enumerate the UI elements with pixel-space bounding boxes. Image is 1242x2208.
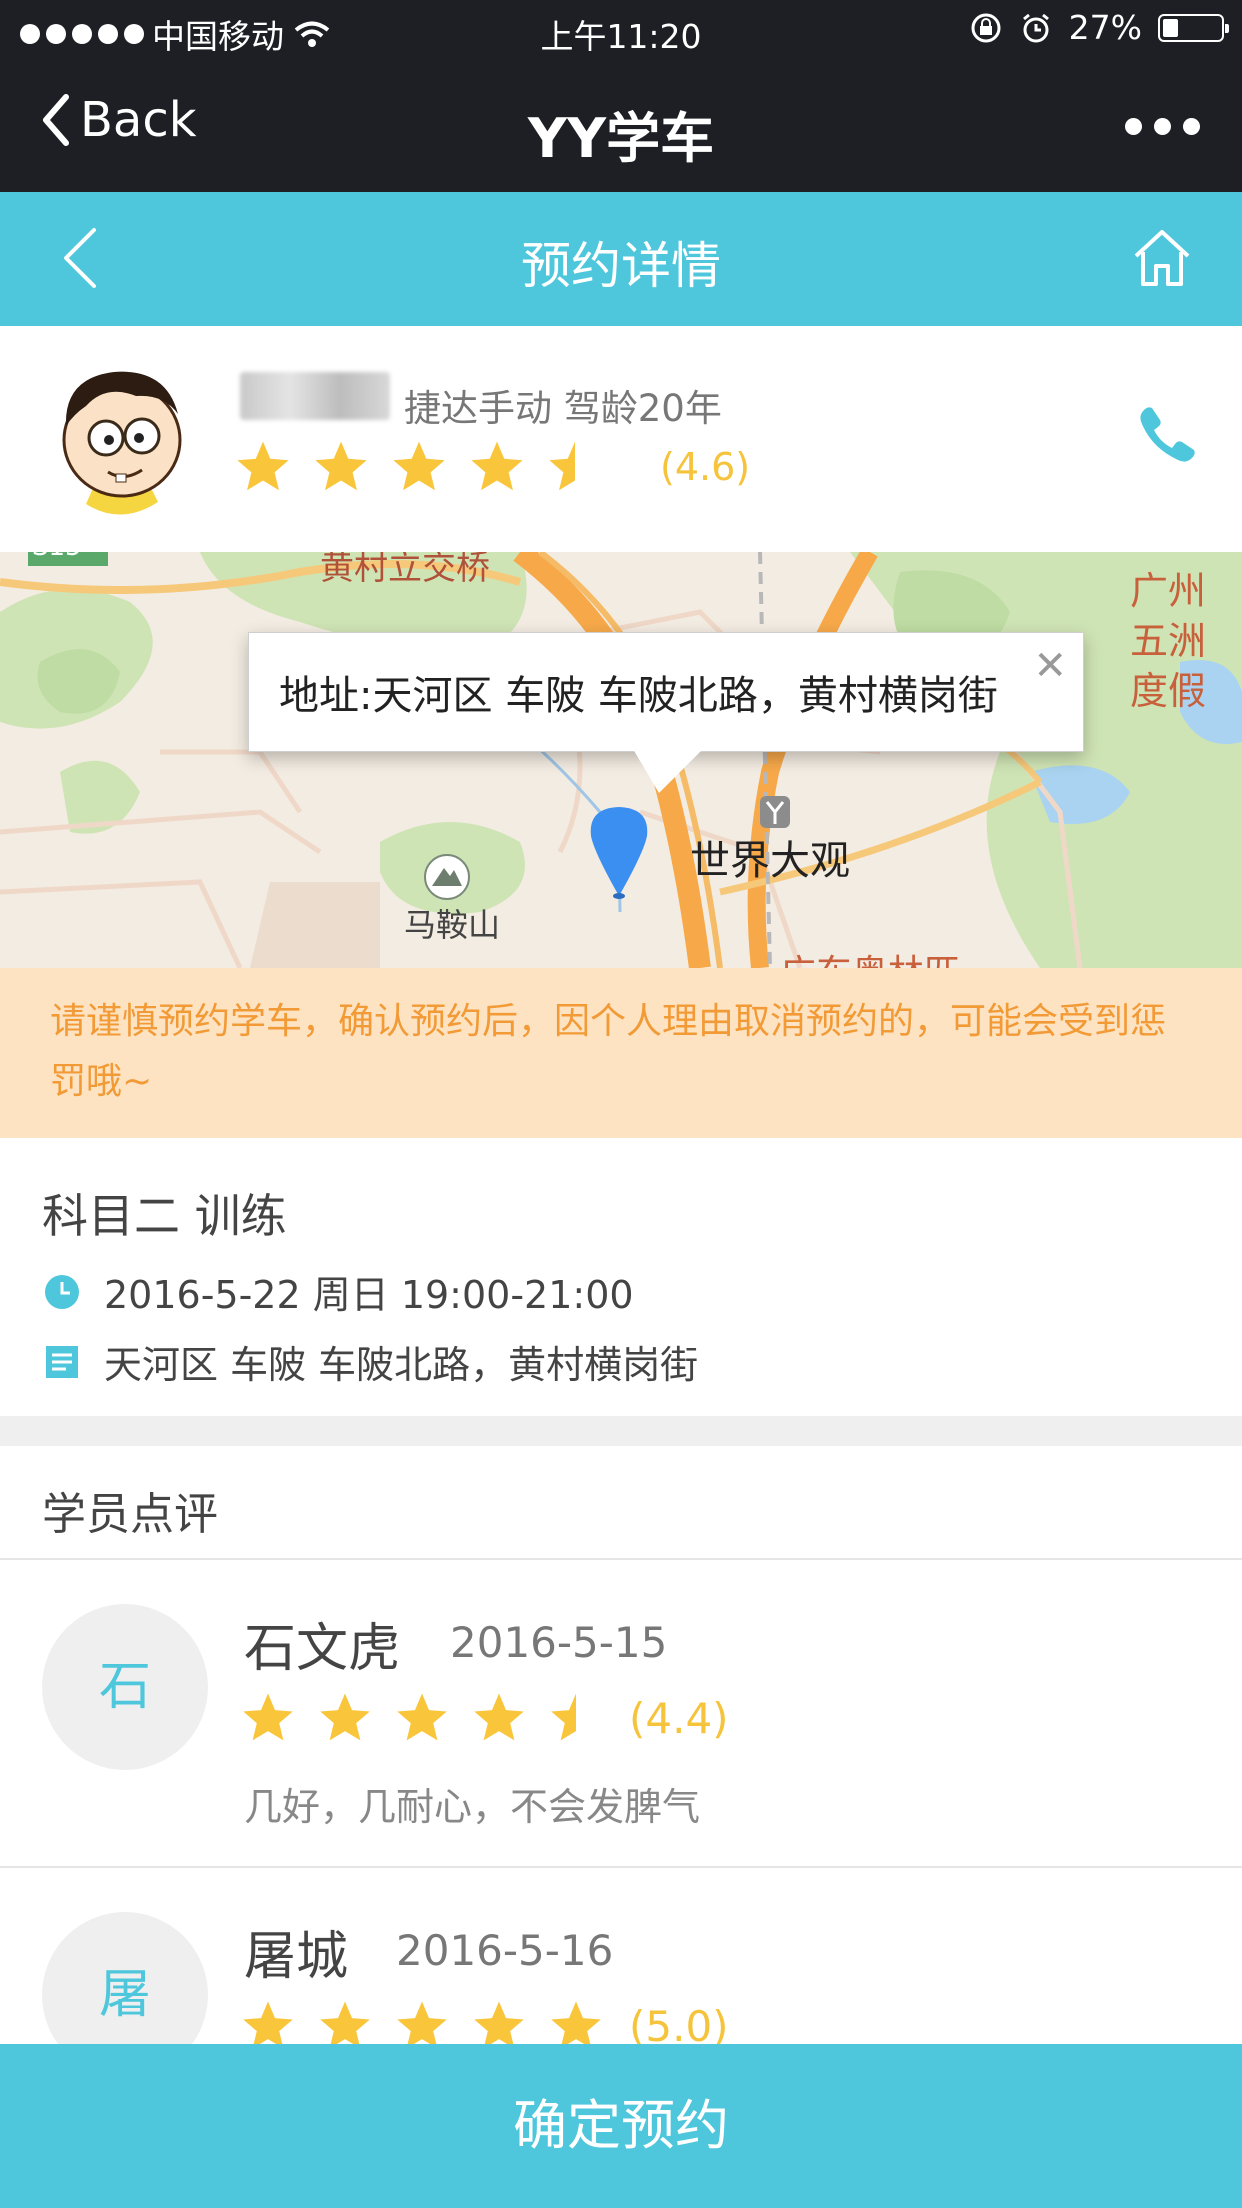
call-coach-button[interactable] <box>1138 404 1198 468</box>
coach-rating-score: (4.6) <box>660 445 751 489</box>
home-icon <box>1134 230 1190 286</box>
confirm-booking-button[interactable]: 确定预约 <box>0 2044 1242 2208</box>
reviews-header: 学员点评 <box>0 1446 1242 1560</box>
coach-name-blurred <box>240 372 390 420</box>
reviewer-name: 屠城 <box>244 1927 349 1987</box>
coach-avatar <box>62 371 182 515</box>
booking-subject: 科目二 训练 <box>42 1189 287 1243</box>
booking-datetime: 2016-5-22 周日 19:00-21:00 <box>104 1273 634 1317</box>
document-icon <box>46 1345 78 1378</box>
location-map[interactable]: 黄村立交桥 S15 广州五洲度假 广东奥林匹 马鞍山 世界大观 地址:天河区 车… <box>0 552 1242 968</box>
clock-icon <box>45 1274 79 1309</box>
top-nav-bar: Back YY学车 <box>0 62 1242 192</box>
page-title: 预约详情 <box>521 237 721 295</box>
map-label-hill: 马鞍山 <box>404 906 501 944</box>
battery-percent: 27% <box>1068 8 1142 47</box>
coach-card[interactable]: 捷达手动 驾龄20年 (4.6) <box>0 326 1242 554</box>
coach-rating: (4.6) <box>234 438 750 496</box>
star-icon <box>471 441 523 491</box>
review-rating-score: (5.0) <box>629 2001 729 2045</box>
star-icon <box>315 441 367 491</box>
review-date: 2016-5-16 <box>396 1926 614 1975</box>
star-icon <box>397 2001 447 2044</box>
map-label-right: 广州五洲度假 <box>1130 569 1207 713</box>
more-options-button[interactable] <box>1125 118 1200 135</box>
booking-time-row: 2016-5-22 周日 19:00-21:00 <box>44 1264 634 1319</box>
map-pin-icon[interactable] <box>588 804 650 900</box>
star-icon <box>237 441 289 491</box>
phone-icon <box>1140 407 1195 462</box>
address-popup[interactable]: 地址:天河区 车陂 车陂北路，黄村横岗街 ✕ <box>248 632 1084 793</box>
metro-station-icon <box>760 796 790 828</box>
star-icon <box>474 1693 524 1741</box>
star-icon <box>551 2001 601 2044</box>
star-icon <box>397 1693 447 1741</box>
map-label-top: 黄村立交桥 <box>320 552 490 588</box>
booking-detail: 科目二 训练 2016-5-22 周日 19:00-21:00 天河区 车陂 车… <box>0 1138 1242 1416</box>
map-label-bottom: 广东奥林匹 <box>780 944 960 968</box>
review-item: 石 石文虎 2016-5-15 (4.4) 几好，几耐心，不会发脾气 <box>0 1560 1242 1868</box>
booking-address-row: 天河区 车陂 车陂北路，黄村横岗街 <box>44 1334 698 1389</box>
star-half-icon <box>549 441 575 491</box>
page-header: 预约详情 <box>0 192 1242 326</box>
review-item: 屠 屠城 2016-5-16 (5.0) <box>0 1868 1242 2044</box>
alarm-icon <box>1022 13 1049 42</box>
coach-car-info: 捷达手动 驾龄20年 <box>404 387 722 430</box>
popup-pointer <box>633 749 703 793</box>
battery-level <box>1163 18 1178 37</box>
warning-notice: 请谨慎预约学车，确认预约后，因个人理由取消预约的，可能会受到惩罚哦~ <box>0 968 1242 1139</box>
map-base <box>0 552 1242 968</box>
booking-address: 天河区 车陂 车陂北路，黄村横岗街 <box>104 1343 699 1387</box>
star-icon <box>474 2001 524 2044</box>
reviewer-avatar: 石 <box>42 1604 208 1770</box>
battery-icon <box>1158 13 1229 42</box>
review-rating: (4.4) <box>240 1690 729 1746</box>
app-title: YY学车 <box>527 107 715 170</box>
star-icon <box>320 2001 370 2044</box>
status-bar: 中国移动 上午11:20 27% <box>0 0 1242 62</box>
reviews-title: 学员点评 <box>42 1489 218 1540</box>
reviewer-avatar: 屠 <box>42 1912 208 2044</box>
star-icon <box>393 441 445 491</box>
section-divider <box>0 1416 1242 1446</box>
mountain-poi-icon <box>424 854 470 900</box>
review-rating-score: (4.4) <box>629 1693 729 1743</box>
map-road-sign: S15 <box>32 552 82 560</box>
popup-close-button[interactable]: ✕ <box>1033 643 1067 689</box>
star-icon <box>243 1693 293 1741</box>
reviewer-name: 石文虎 <box>244 1619 401 1679</box>
review-rating: (5.0) <box>240 1998 729 2044</box>
orientation-lock-icon <box>971 13 1001 42</box>
popup-address-text: 地址:天河区 车陂 车陂北路，黄村横岗街 <box>279 673 998 719</box>
review-date: 2016-5-15 <box>450 1618 668 1667</box>
review-comment: 几好，几耐心，不会发脾气 <box>244 1785 701 1829</box>
home-button[interactable] <box>1132 226 1192 294</box>
star-icon <box>320 1693 370 1741</box>
star-icon <box>243 2001 293 2044</box>
notice-text: 请谨慎预约学车，确认预约后，因个人理由取消预约的，可能会受到惩罚哦~ <box>50 1001 1167 1102</box>
star-half-icon <box>551 1693 576 1741</box>
map-label-poi: 世界大观 <box>690 838 850 884</box>
